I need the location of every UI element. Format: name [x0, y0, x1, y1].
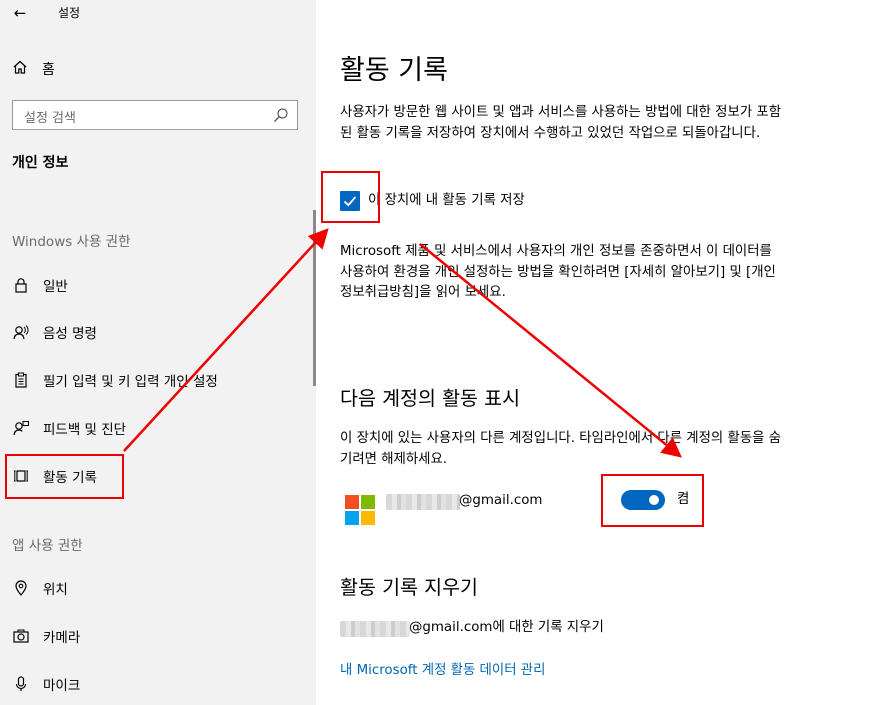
- microphone-icon: [12, 675, 30, 693]
- group-app-permissions: 앱 사용 권한: [12, 538, 83, 554]
- store-activity-label: 이 장치에 내 활동 기록 저장: [368, 193, 525, 208]
- page-description: 사용자가 방문한 웹 사이트 및 앱과 서비스를 사용하는 방법에 대한 정보가…: [340, 105, 782, 141]
- home-label: 홈: [42, 62, 55, 78]
- sidebar-item-camera[interactable]: 카메라: [12, 623, 80, 649]
- clear-email: @gmail.com: [409, 620, 493, 635]
- sidebar: ← 설정 홈 설정 검색 개인 정보 Windows 사용 권한 일반 음성 명…: [0, 0, 316, 705]
- manage-activity-link[interactable]: 내 Microsoft 계정 활동 데이터 관리: [340, 661, 545, 682]
- sidebar-item-feedback[interactable]: 피드백 및 진단: [12, 415, 126, 441]
- redacted-email: [386, 494, 460, 510]
- sidebar-item-label: 필기 입력 및 키 입력 개인 설정: [43, 374, 218, 390]
- sidebar-item-label: 카메라: [43, 630, 81, 646]
- title-bar: ← 설정: [0, 0, 316, 26]
- sidebar-item-label: 위치: [43, 582, 68, 598]
- sidebar-item-label: 피드백 및 진단: [43, 422, 127, 438]
- annotation-box-toggle: [601, 474, 704, 527]
- privacy-text: Microsoft 제품 및 서비스에서 사용자의 개인 정보를 존중하면서 이…: [340, 244, 776, 300]
- annotation-box-sidebar: [5, 454, 124, 499]
- sidebar-item-home[interactable]: 홈: [12, 58, 55, 80]
- group-windows-permissions: Windows 사용 권한: [12, 234, 131, 250]
- clear-history-text: @gmail.com에 대한 기록 지우기: [409, 618, 604, 639]
- clear-suffix: 에 대한 기록 지우기: [492, 620, 604, 635]
- feedback-icon: [12, 419, 30, 437]
- search-input[interactable]: 설정 검색: [12, 100, 298, 130]
- sidebar-item-speech[interactable]: 음성 명령: [12, 319, 97, 345]
- app-title: 설정: [58, 6, 81, 20]
- lock-icon: [12, 276, 30, 294]
- sidebar-item-general[interactable]: 일반: [12, 272, 68, 298]
- redacted-email: [340, 621, 410, 637]
- home-icon: [12, 59, 30, 79]
- sidebar-item-microphone[interactable]: 마이크: [12, 671, 80, 697]
- back-arrow-icon[interactable]: ←: [8, 2, 32, 24]
- accounts-section-title: 다음 계정의 활동 표시: [340, 387, 521, 410]
- microsoft-logo-icon: [345, 495, 375, 525]
- sidebar-item-inking-typing[interactable]: 필기 입력 및 키 입력 개인 설정: [12, 367, 218, 393]
- location-icon: [12, 579, 30, 597]
- sidebar-item-label: 일반: [43, 279, 68, 295]
- accounts-description: 이 장치에 있는 사용자의 다른 계정입니다. 타임라인에서 다른 계정의 활동…: [340, 431, 782, 467]
- speech-icon: [12, 323, 30, 341]
- clipboard-icon: [12, 371, 30, 389]
- section-title: 개인 정보: [12, 155, 69, 171]
- sidebar-item-location[interactable]: 위치: [12, 575, 68, 601]
- search-icon[interactable]: [273, 107, 289, 123]
- annotation-box-checkbox: [321, 171, 380, 223]
- account-email: @gmail.com: [459, 493, 543, 508]
- sidebar-item-label: 마이크: [43, 678, 81, 694]
- page-title: 활동 기록: [340, 55, 448, 86]
- clear-section-title: 활동 기록 지우기: [340, 576, 478, 599]
- search-placeholder: 설정 검색: [24, 111, 76, 126]
- sidebar-item-label: 음성 명령: [43, 326, 97, 342]
- camera-icon: [12, 627, 30, 645]
